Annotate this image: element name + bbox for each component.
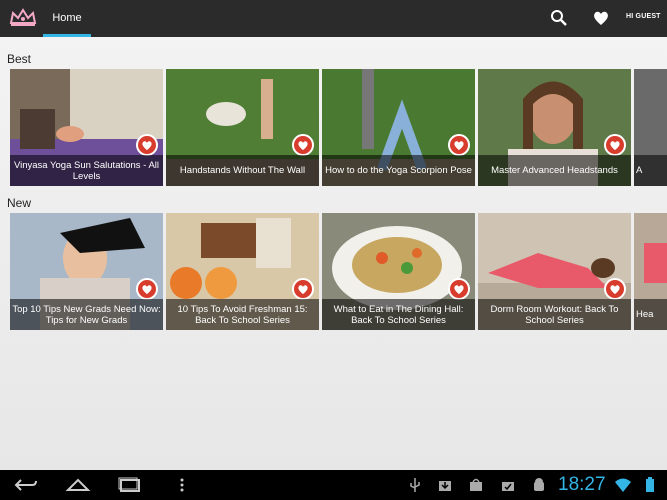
favorite-button[interactable] — [604, 278, 626, 300]
favorite-button[interactable] — [448, 278, 470, 300]
video-card[interactable]: Vinyasa Yoga Sun Salutations - All Level… — [10, 69, 163, 186]
favorite-button[interactable] — [136, 278, 158, 300]
favorite-button[interactable] — [292, 134, 314, 156]
android-bug-icon — [534, 478, 544, 491]
video-title: 10 Tips To Avoid Freshman 15: Back To Sc… — [166, 299, 319, 330]
heart-icon — [454, 284, 464, 294]
video-title: How to do the Yoga Scorpion Pose — [322, 155, 475, 186]
home-icon[interactable] — [65, 477, 91, 493]
heart-icon — [142, 140, 152, 150]
section-title-best: Best — [7, 52, 32, 66]
heart-icon — [610, 284, 620, 294]
video-title: Top 10 Tips New Grads Need Now: Tips for… — [10, 299, 163, 330]
video-card[interactable]: Handstands Without The Wall — [166, 69, 319, 186]
video-card[interactable]: Dorm Room Workout: Back To School Series — [478, 213, 631, 330]
favorite-button[interactable] — [604, 134, 626, 156]
heart-icon — [298, 140, 308, 150]
wifi-icon — [615, 478, 631, 492]
video-title: Hea — [634, 299, 667, 330]
battery-icon — [646, 477, 654, 492]
best-row: Vinyasa Yoga Sun Salutations - All Level… — [10, 69, 667, 186]
video-card[interactable]: Master Advanced Headstands — [478, 69, 631, 186]
new-row: Top 10 Tips New Grads Need Now: Tips for… — [10, 213, 667, 330]
video-card[interactable]: What to Eat in The Dining Hall: Back To … — [322, 213, 475, 330]
video-title: Vinyasa Yoga Sun Salutations - All Level… — [10, 155, 163, 186]
video-card[interactable]: A — [634, 69, 667, 186]
video-title: What to Eat in The Dining Hall: Back To … — [322, 299, 475, 330]
video-title: Handstands Without The Wall — [166, 155, 319, 186]
download-icon — [439, 481, 451, 491]
tab-home[interactable]: Home — [43, 0, 91, 37]
heart-icon — [298, 284, 308, 294]
heart-icon[interactable] — [592, 9, 610, 27]
tiara-logo-icon[interactable] — [8, 7, 38, 29]
recent-apps-icon[interactable] — [117, 477, 143, 493]
video-title: A — [634, 155, 667, 186]
shopping-bag-icon — [470, 478, 482, 491]
back-icon[interactable] — [13, 477, 39, 493]
search-icon[interactable] — [550, 9, 568, 27]
heart-icon — [454, 140, 464, 150]
video-card[interactable]: How to do the Yoga Scorpion Pose — [322, 69, 475, 186]
clock: 18:27 — [558, 474, 606, 495]
video-card[interactable]: 10 Tips To Avoid Freshman 15: Back To Sc… — [166, 213, 319, 330]
video-card[interactable]: Top 10 Tips New Grads Need Now: Tips for… — [10, 213, 163, 330]
system-nav-bar: 18:27 — [0, 470, 667, 500]
menu-icon[interactable] — [178, 477, 186, 493]
usb-icon — [410, 478, 420, 492]
action-bar: Home HI GUEST — [0, 0, 667, 37]
shopping-bag-check-icon — [502, 482, 514, 491]
heart-icon — [610, 140, 620, 150]
video-title: Dorm Room Workout: Back To School Series — [478, 299, 631, 330]
heart-icon — [142, 284, 152, 294]
favorite-button[interactable] — [448, 134, 470, 156]
greeting-label[interactable]: HI GUEST — [626, 13, 661, 20]
video-card[interactable]: Hea — [634, 213, 667, 330]
section-title-new: New — [7, 196, 32, 210]
favorite-button[interactable] — [292, 278, 314, 300]
favorite-button[interactable] — [136, 134, 158, 156]
video-title: Master Advanced Headstands — [478, 155, 631, 186]
